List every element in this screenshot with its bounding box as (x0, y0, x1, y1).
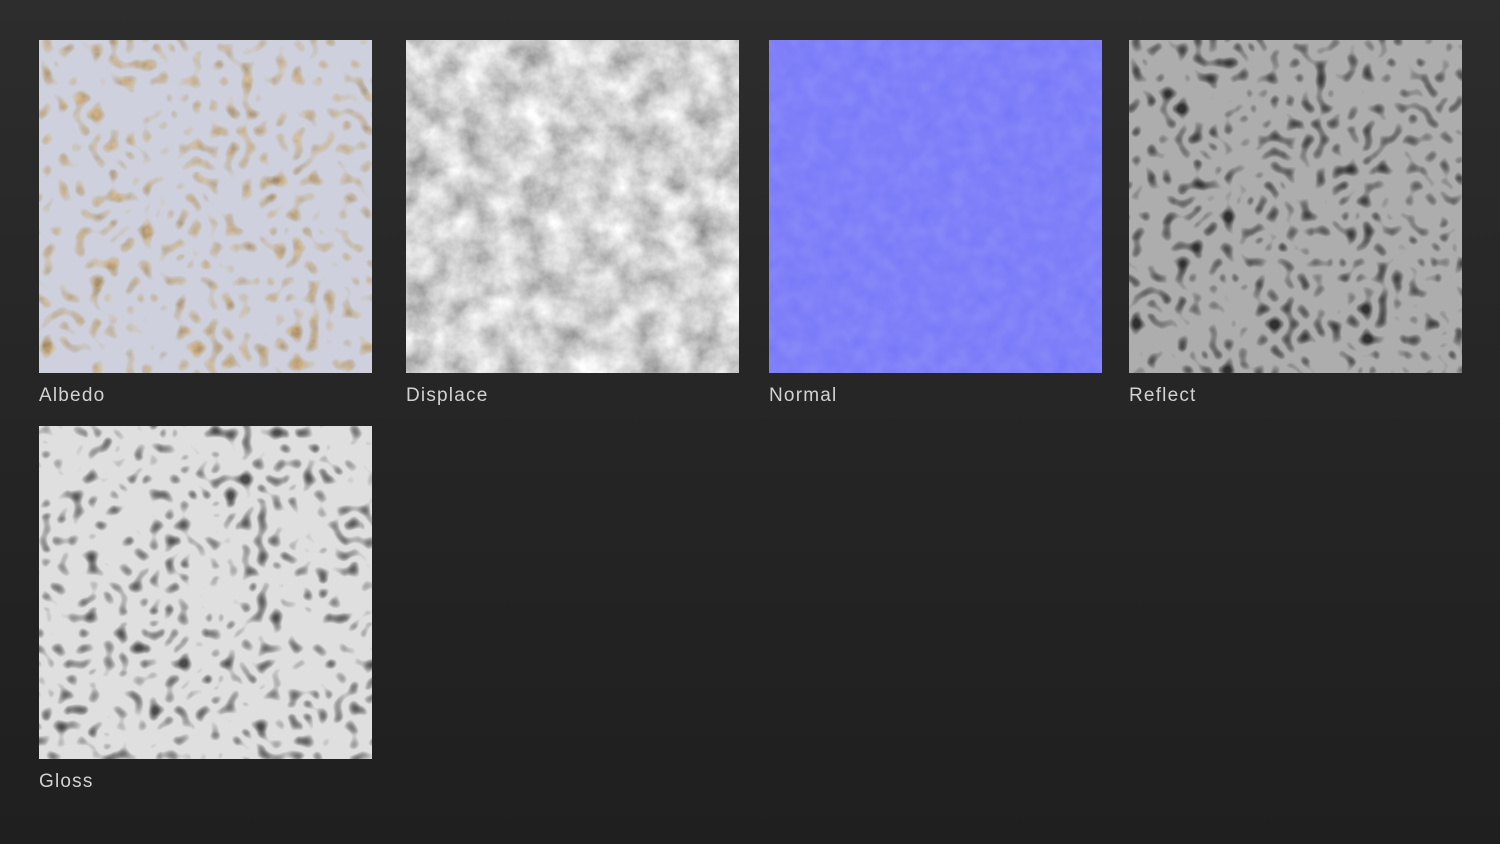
texture-map-albedo[interactable]: Albedo (39, 40, 372, 407)
albedo-map-image (39, 40, 372, 373)
texture-map-normal[interactable]: Normal (769, 40, 1102, 407)
normal-map-image (769, 40, 1102, 373)
texture-map-reflect[interactable]: Reflect (1129, 40, 1462, 407)
displace-map-image (406, 40, 739, 373)
map-label: Albedo (39, 385, 106, 406)
texture-map-gloss[interactable]: Gloss (39, 426, 372, 793)
map-label: Normal (769, 385, 838, 406)
map-label: Displace (406, 385, 489, 406)
texture-map-displace[interactable]: Displace (406, 40, 739, 407)
map-label: Reflect (1129, 385, 1197, 406)
map-label: Gloss (39, 771, 94, 792)
reflect-map-image (1129, 40, 1462, 373)
gloss-map-image (39, 426, 372, 759)
